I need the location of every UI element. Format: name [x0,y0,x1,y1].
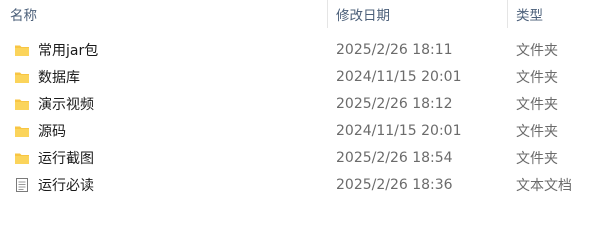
column-header-type[interactable]: 类型 [508,0,614,28]
file-type: 文件夹 [516,123,558,140]
file-row[interactable]: 源码 2024/11/15 20:01 文件夹 [0,117,614,144]
file-type: 文件夹 [516,69,558,86]
file-type: 文本文档 [516,177,572,194]
file-name-cell: 数据库 [0,67,328,87]
file-name-cell: 常用jar包 [0,40,328,60]
column-name-label: 名称 [10,8,37,24]
file-row[interactable]: 演示视频 2025/2/26 18:12 文件夹 [0,90,614,117]
folder-icon [14,42,30,58]
file-date: 2025/2/26 18:12 [336,95,453,112]
column-type-label: 类型 [516,8,543,24]
column-header-name[interactable]: 名称 ^ [0,0,328,28]
file-date: 2025/2/26 18:36 [336,176,453,193]
column-header-date[interactable]: 修改日期 [328,0,508,28]
file-row[interactable]: 数据库 2024/11/15 20:01 文件夹 [0,63,614,90]
column-date-label: 修改日期 [336,8,390,24]
file-type: 文件夹 [516,96,558,113]
file-name: 源码 [38,123,66,140]
file-name-cell: 演示视频 [0,94,328,114]
file-row[interactable]: 常用jar包 2025/2/26 18:11 文件夹 [0,36,614,63]
folder-icon [14,150,30,166]
file-row[interactable]: 运行截图 2025/2/26 18:54 文件夹 [0,144,614,171]
file-name-cell: 运行必读 [0,175,328,195]
file-name-cell: 源码 [0,121,328,141]
file-date: 2024/11/15 20:01 [336,68,462,85]
file-list: 常用jar包 2025/2/26 18:11 文件夹 数据库 2024/11/1… [0,36,614,198]
file-name: 运行截图 [38,150,94,167]
text-document-icon [14,177,30,193]
file-type: 文件夹 [516,150,558,167]
folder-icon [14,69,30,85]
file-date: 2025/2/26 18:11 [336,41,453,58]
file-date: 2024/11/15 20:01 [336,122,462,139]
file-type: 文件夹 [516,42,558,59]
file-name: 运行必读 [38,177,94,194]
column-header: 名称 ^ 修改日期 类型 [0,0,614,28]
file-date: 2025/2/26 18:54 [336,149,453,166]
file-name-cell: 运行截图 [0,148,328,168]
folder-icon [14,123,30,139]
file-name: 常用jar包 [38,42,99,59]
sort-caret-icon: ^ [163,0,171,3]
file-name: 数据库 [38,69,80,86]
folder-icon [14,96,30,112]
file-name: 演示视频 [38,96,94,113]
file-row[interactable]: 运行必读 2025/2/26 18:36 文本文档 [0,171,614,198]
